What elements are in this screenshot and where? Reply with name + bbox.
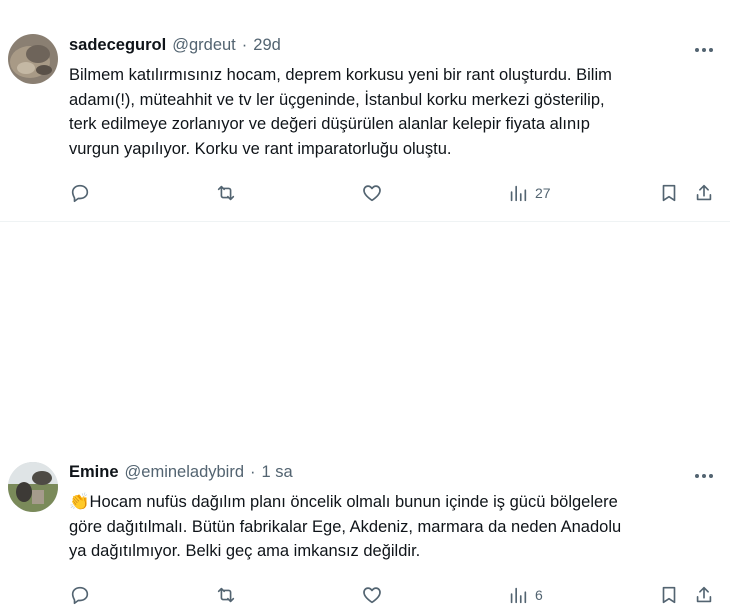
reply-button[interactable] xyxy=(69,583,91,607)
reply-icon xyxy=(71,184,89,203)
views-chart-icon xyxy=(510,185,527,202)
reply-button[interactable] xyxy=(69,181,91,205)
share-button[interactable] xyxy=(693,181,715,205)
share-button[interactable] xyxy=(693,583,715,607)
display-name[interactable]: sadecegurol xyxy=(69,36,166,55)
user-handle[interactable]: @grdeut xyxy=(172,36,236,55)
tweet-text: Bilmem katılırmısınız hocam, deprem kork… xyxy=(69,63,719,161)
user-handle[interactable]: @emineladybird xyxy=(125,463,244,482)
tweet-text: 👏Hocam nufüs dağılım planı öncelik olmal… xyxy=(69,490,719,564)
share-icon xyxy=(696,184,712,201)
display-name[interactable]: Emine xyxy=(69,463,119,482)
retweet-button[interactable] xyxy=(215,583,237,607)
heart-icon xyxy=(363,185,381,202)
tweet-text-line: adamı(!), müteahhit ve tv ler üçgeninde,… xyxy=(69,90,605,109)
avatar[interactable] xyxy=(8,34,58,84)
more-dots-icon xyxy=(695,474,699,478)
timestamp[interactable]: 29d xyxy=(253,36,281,55)
more-dots-icon xyxy=(695,48,699,52)
share-icon xyxy=(696,586,712,603)
tweet-text-line: ya dağıtılmıyor. Belki geç ama imkansız … xyxy=(69,542,421,561)
tweet-text-line: Bilmem katılırmısınız hocam, deprem kork… xyxy=(69,66,612,84)
retweet-button[interactable] xyxy=(215,181,237,205)
tweet[interactable]: Emine @emineladybird · 1 sa 👏Hocam nufüs… xyxy=(0,222,730,605)
tweet-text-line: 👏Hocam nufüs dağılım planı öncelik olmal… xyxy=(69,493,618,511)
tweet-text-line: vurgun yapılıyor. Korku ve rant imparato… xyxy=(69,139,452,158)
tweet-text-line: terk edilmeye zorlanıyor ve değeri düşür… xyxy=(69,115,590,134)
bookmark-button[interactable] xyxy=(658,181,680,205)
separator-dot: · xyxy=(241,36,248,54)
more-options-button[interactable] xyxy=(693,40,715,60)
separator-dot: · xyxy=(250,463,256,481)
retweet-icon xyxy=(217,587,235,603)
tweet[interactable]: sadecegurol @grdeut · 29d Bilmem katılır… xyxy=(0,0,730,222)
action-bar: 6 xyxy=(69,583,719,607)
views-count: 6 xyxy=(535,587,543,603)
like-button[interactable] xyxy=(361,181,383,205)
views-button[interactable]: 27 xyxy=(507,181,551,205)
avatar[interactable] xyxy=(8,462,58,512)
retweet-icon xyxy=(217,185,235,201)
views-count: 27 xyxy=(535,185,551,201)
timestamp[interactable]: 1 sa xyxy=(262,463,293,482)
more-options-button[interactable] xyxy=(693,466,715,486)
reply-icon xyxy=(71,586,89,605)
heart-icon xyxy=(363,587,381,604)
bookmark-icon xyxy=(662,586,676,604)
bookmark-button[interactable] xyxy=(658,583,680,607)
views-chart-icon xyxy=(510,587,527,604)
action-bar: 27 xyxy=(69,181,719,205)
tweet-text-line: göre dağıtılmalı. Bütün fabrikalar Ege, … xyxy=(69,517,622,536)
views-button[interactable]: 6 xyxy=(507,583,543,607)
bookmark-icon xyxy=(662,184,676,202)
like-button[interactable] xyxy=(361,583,383,607)
